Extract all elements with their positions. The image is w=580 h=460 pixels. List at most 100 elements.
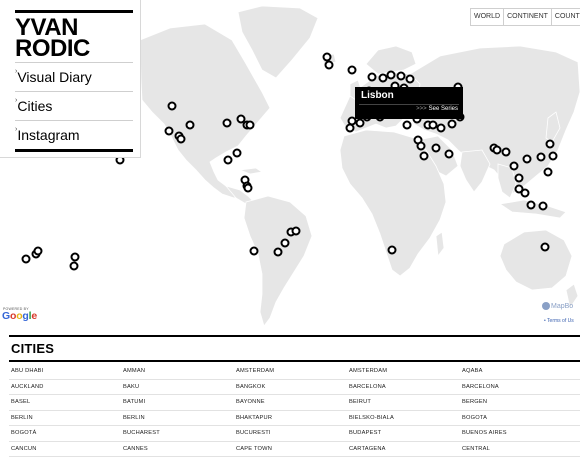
city-link[interactable]: BASEL <box>11 399 30 405</box>
city-link[interactable]: BOGOTÁ <box>11 430 37 436</box>
nav-visual-diary[interactable]: ›Visual Diary <box>15 62 133 91</box>
city-row: ABU DHABI AMMAN AMSTERDAM AMSTERDAM AQABA <box>9 364 580 380</box>
map-marker[interactable] <box>223 155 233 165</box>
city-link[interactable]: AQABA <box>462 368 483 374</box>
map-marker[interactable] <box>538 201 548 211</box>
city-link[interactable]: ABU DHABI <box>11 368 43 374</box>
city-link[interactable]: BATUMI <box>123 399 145 405</box>
map-marker[interactable] <box>387 245 397 255</box>
map-marker[interactable] <box>396 71 406 81</box>
map-marker[interactable] <box>164 126 174 136</box>
city-link[interactable]: BHAKTAPUR <box>236 415 272 421</box>
map-marker[interactable] <box>514 173 524 183</box>
city-link[interactable]: AMSTERDAM <box>236 368 274 374</box>
city-link[interactable]: CANCUN <box>11 446 37 452</box>
popup-divider <box>359 104 459 105</box>
map-marker[interactable] <box>444 149 454 159</box>
city-link[interactable]: AMMAN <box>123 368 145 374</box>
city-link[interactable]: AUCKLAND <box>11 384 44 390</box>
city-link[interactable]: BIELSKO-BIALA <box>349 415 394 421</box>
map-marker[interactable] <box>232 148 242 158</box>
map-marker[interactable] <box>501 147 511 157</box>
mapbox-label: MapBo <box>551 302 574 310</box>
nav-cities[interactable]: ›Cities <box>15 91 133 120</box>
map-marker[interactable] <box>347 65 357 75</box>
city-link[interactable]: BERLIN <box>11 415 33 421</box>
map-marker[interactable] <box>176 134 186 144</box>
map-marker[interactable] <box>536 152 546 162</box>
map-marker[interactable] <box>167 101 177 111</box>
map-marker[interactable] <box>543 167 553 177</box>
map-marker[interactable] <box>545 139 555 149</box>
city-link[interactable]: CARTAGENA <box>349 446 386 452</box>
city-link[interactable]: BUENOS AIRES <box>462 430 507 436</box>
see-series-label: See Series <box>428 106 458 112</box>
city-link[interactable]: BARCELONA <box>462 384 499 390</box>
city-row: BASEL BATUMI BAYONNE BEIRUT BERGEN <box>9 395 580 411</box>
map-marker[interactable] <box>291 226 301 236</box>
city-link[interactable]: BUCURESTI <box>236 430 271 436</box>
mapbox-logo[interactable]: MapBo <box>542 302 573 310</box>
map-marker[interactable] <box>492 145 502 155</box>
mapbox-icon <box>542 302 550 310</box>
map-marker[interactable] <box>509 161 519 171</box>
city-link[interactable]: BAKU <box>123 384 139 390</box>
map-marker[interactable] <box>243 183 253 193</box>
map-marker[interactable] <box>33 246 43 256</box>
panel-bottom-rule <box>15 149 133 152</box>
city-link[interactable]: BERGEN <box>462 399 487 405</box>
city-link[interactable]: BERLIN <box>123 415 145 421</box>
see-series-link[interactable]: >>> See Series <box>416 106 458 112</box>
world-map[interactable]: YVAN RODIC ›Visual Diary ›Cities ›Instag… <box>0 0 580 330</box>
map-marker[interactable] <box>249 246 259 256</box>
google-logo[interactable]: Google <box>2 310 37 322</box>
map-marker[interactable] <box>273 247 283 257</box>
map-marker[interactable] <box>21 254 31 264</box>
city-link[interactable]: BOGOTA <box>462 415 487 421</box>
map-marker[interactable] <box>324 60 334 70</box>
city-link[interactable]: AMSTERDAM <box>349 368 387 374</box>
map-marker[interactable] <box>222 118 232 128</box>
city-row: BOGOTÁ BUCHAREST BUCURESTI BUDAPEST BUENOS A… <box>9 426 580 442</box>
city-link[interactable]: CAPE TOWN <box>236 446 272 452</box>
map-marker[interactable] <box>69 261 79 271</box>
nav-label: Visual Diary <box>17 69 92 85</box>
map-marker[interactable] <box>70 252 80 262</box>
map-marker[interactable] <box>405 74 415 84</box>
terms-link[interactable]: • Terms of Us <box>544 318 574 324</box>
map-marker[interactable] <box>416 141 426 151</box>
map-marker[interactable] <box>520 188 530 198</box>
map-marker[interactable] <box>402 120 412 130</box>
city-link[interactable]: BEIRUT <box>349 399 371 405</box>
site-logo[interactable]: YVAN RODIC <box>15 16 90 61</box>
city-link[interactable]: BAYONNE <box>236 399 265 405</box>
city-link[interactable]: CANNES <box>123 446 148 452</box>
map-marker[interactable] <box>436 123 446 133</box>
map-marker[interactable] <box>419 151 429 161</box>
cities-heading: CITIES <box>11 341 55 356</box>
map-marker[interactable] <box>245 120 255 130</box>
map-marker[interactable] <box>367 72 377 82</box>
city-row: BERLIN BERLIN BHAKTAPUR BIELSKO-BIALA BOGOTA <box>9 411 580 426</box>
view-world-button[interactable]: WORLD <box>471 9 505 25</box>
cities-section: CITIES ABU DHABI AMMAN AMSTERDAM AMSTERDAM A… <box>0 330 580 460</box>
map-marker[interactable] <box>185 120 195 130</box>
map-marker[interactable] <box>386 70 396 80</box>
city-link[interactable]: CENTRAL <box>462 446 490 452</box>
view-country-button[interactable]: COUNTRY <box>552 9 580 25</box>
city-link[interactable]: BANGKOK <box>236 384 266 390</box>
cities-heading-rule <box>9 360 580 362</box>
map-marker[interactable] <box>526 200 536 210</box>
city-link[interactable]: BUDAPEST <box>349 430 381 436</box>
map-marker[interactable] <box>431 143 441 153</box>
map-marker[interactable] <box>522 154 532 164</box>
city-link[interactable]: BARCELONA <box>349 384 386 390</box>
view-switch: WORLD CONTINENT COUNTRY <box>470 8 580 26</box>
map-marker[interactable] <box>548 151 558 161</box>
nav-instagram[interactable]: ›Instagram <box>15 120 133 149</box>
view-continent-button[interactable]: CONTINENT <box>504 9 552 25</box>
map-marker[interactable] <box>540 242 550 252</box>
city-link[interactable]: BUCHAREST <box>123 430 160 436</box>
map-marker[interactable] <box>447 119 457 129</box>
map-marker[interactable] <box>280 238 290 248</box>
